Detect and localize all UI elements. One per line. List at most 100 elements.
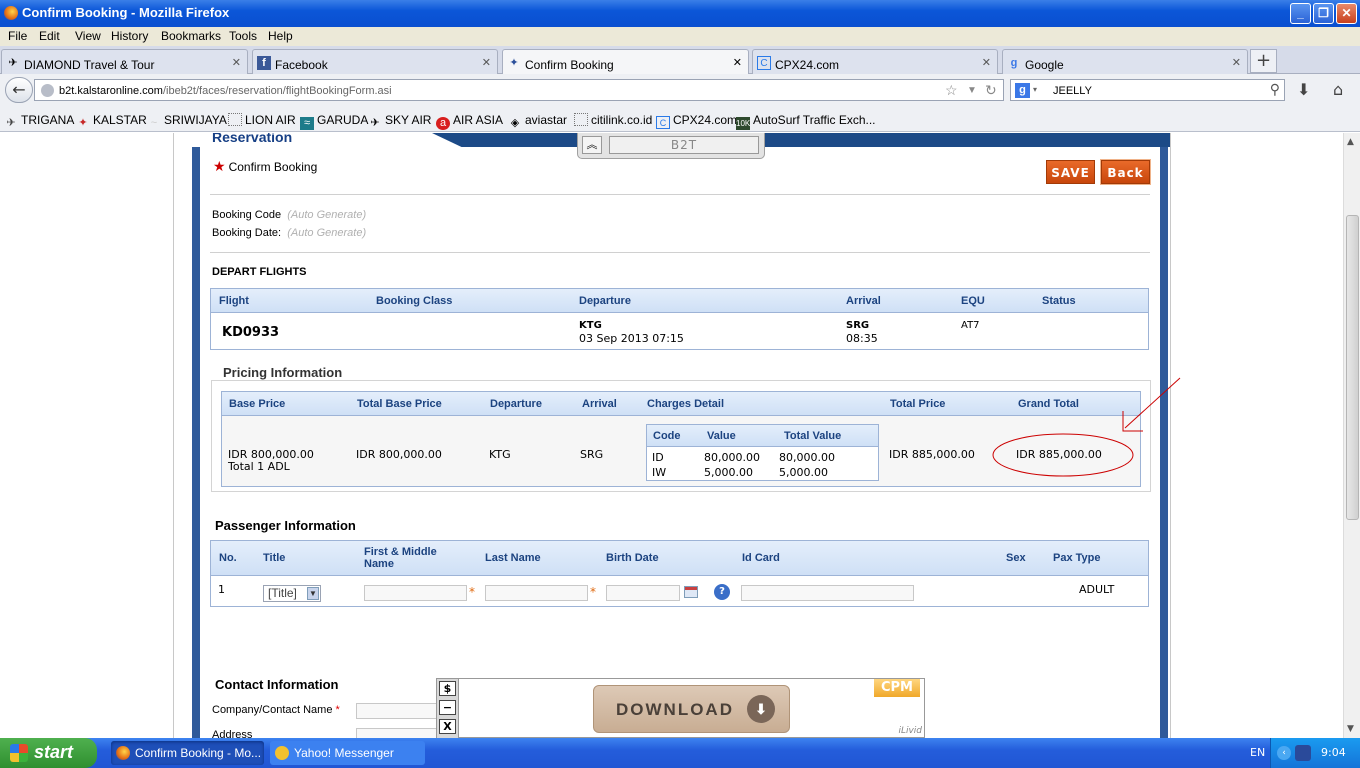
booking-date-label: Booking Date: <box>212 227 282 239</box>
charge-total: 5,000.00 <box>779 466 828 479</box>
col-arrival: Arrival <box>846 295 881 307</box>
tab-diamond[interactable]: ✈ DIAMOND Travel & Tour ✕ <box>1 49 248 74</box>
search-engine-dropdown-icon[interactable]: ▾ <box>1033 85 1037 94</box>
tray-expand-icon[interactable]: ‹ <box>1277 746 1291 760</box>
collapse-chevron-icon[interactable]: ︽ <box>582 136 602 154</box>
back-button[interactable]: ← <box>5 77 33 103</box>
tab-google[interactable]: g Google ✕ <box>1002 49 1248 74</box>
search-input-value: JEELLY <box>1053 85 1092 97</box>
passenger-table: No. Title First & Middle Name Last Name … <box>210 540 1149 607</box>
first-name-field[interactable] <box>364 585 467 601</box>
menu-bookmarks[interactable]: Bookmarks <box>161 29 221 43</box>
annotation-overlay <box>992 377 1181 477</box>
bookmark-sriwijaya[interactable]: ~ SRIWIJAYA <box>147 113 227 130</box>
menu-history[interactable]: History <box>111 29 148 43</box>
scroll-up-icon[interactable]: ▲ <box>1347 137 1354 147</box>
booking-date-value: (Auto Generate) <box>287 227 367 239</box>
close-ad-button[interactable]: X <box>439 719 456 734</box>
menu-help[interactable]: Help <box>268 29 293 43</box>
bookmark-sky-air[interactable]: ✈ SKY AIR <box>368 113 431 130</box>
tab-facebook[interactable]: f Facebook ✕ <box>252 49 498 74</box>
booking-date-row: Booking Date: (Auto Generate) <box>212 227 366 239</box>
chevron-down-icon[interactable]: ▼ <box>307 587 319 600</box>
address-field[interactable] <box>356 728 441 738</box>
menu-view[interactable]: View <box>75 29 101 43</box>
page-content: Reservation ︽ B2T ★ Confirm Booking SAVE … <box>0 133 1343 738</box>
bookmark-lion-air[interactable]: LION AIR <box>228 113 296 127</box>
reload-icon[interactable]: ↻ <box>985 82 997 99</box>
network-icon[interactable] <box>1295 745 1311 761</box>
b2t-panel-toggle[interactable]: ︽ B2T <box>577 133 765 159</box>
google-search-icon[interactable]: g <box>1015 83 1030 98</box>
bookmark-kalstar[interactable]: ✦ KALSTAR <box>76 113 146 130</box>
close-icon[interactable]: ✕ <box>982 56 991 69</box>
start-button[interactable]: start <box>0 738 97 768</box>
bookmark-citilink[interactable]: citilink.co.id <box>574 113 652 127</box>
window-title: Confirm Booking - Mozilla Firefox <box>22 5 230 20</box>
charges-table-header: Code Value Total Value <box>647 425 878 447</box>
last-name-field[interactable] <box>485 585 588 601</box>
company-contact-field[interactable] <box>356 703 441 719</box>
new-tab-button[interactable]: + <box>1250 49 1277 73</box>
close-icon[interactable]: ✕ <box>1232 56 1241 69</box>
taskbar-item-yahoo[interactable]: Yahoo! Messenger <box>270 741 425 765</box>
booking-code-label: Booking Code <box>212 209 282 221</box>
col-no: No. <box>219 552 237 564</box>
total-base-price: IDR 800,000.00 <box>356 448 442 461</box>
menu-file[interactable]: File <box>8 29 27 43</box>
taskbar-item-firefox[interactable]: Confirm Booking - Mo... <box>111 741 264 765</box>
back-button-page[interactable]: Back <box>1100 159 1151 185</box>
bookmark-air-asia[interactable]: a AIR ASIA <box>436 113 503 130</box>
menu-edit[interactable]: Edit <box>39 29 60 43</box>
help-info-icon[interactable]: ? <box>714 584 730 600</box>
dropdown-arrow-icon[interactable]: ▼ <box>967 85 977 96</box>
flight-table-header: Flight Booking Class Departure Arrival E… <box>211 289 1148 313</box>
calendar-icon[interactable] <box>684 586 698 598</box>
bookmark-trigana[interactable]: ✈ TRIGANA <box>4 113 74 130</box>
download-arrow-icon[interactable]: ⬇ <box>1297 80 1310 99</box>
bookmark-cpx24[interactable]: C CPX24.com <box>656 113 737 129</box>
required-asterisk-icon: * <box>590 585 596 599</box>
minimize-ad-button[interactable]: − <box>439 700 456 715</box>
language-indicator[interactable]: EN <box>1250 746 1265 759</box>
bookmark-label: AIR ASIA <box>453 113 504 127</box>
scrollbar-thumb[interactable] <box>1346 215 1359 520</box>
close-icon[interactable]: ✕ <box>482 56 491 69</box>
menu-tools[interactable]: Tools <box>229 29 257 43</box>
bookmark-autosurf[interactable]: 10K AutoSurf Traffic Exch... <box>736 113 876 130</box>
total-price: IDR 885,000.00 <box>889 448 975 461</box>
col-base-price: Base Price <box>229 398 286 410</box>
url-bar[interactable]: b2t.kalstaronline.com/ibeb2t/faces/reser… <box>34 79 1004 101</box>
scroll-down-icon[interactable]: ▼ <box>1347 724 1354 734</box>
close-button[interactable]: ✕ <box>1336 3 1357 24</box>
cpx-icon: C <box>757 56 771 70</box>
minimize-button[interactable]: _ <box>1290 3 1311 24</box>
close-icon[interactable]: ✕ <box>733 56 742 69</box>
vertical-scrollbar[interactable]: ▲ ▼ <box>1343 133 1360 738</box>
address-label: Address <box>212 729 253 738</box>
confirm-booking-label: Confirm Booking <box>228 160 318 174</box>
restore-button[interactable]: ❐ <box>1313 3 1334 24</box>
download-button[interactable]: DOWNLOAD ⬇ <box>593 685 790 733</box>
col-flight: Flight <box>219 295 249 307</box>
col-arrival: Arrival <box>582 398 617 410</box>
birth-date-field[interactable] <box>606 585 680 601</box>
search-bar[interactable]: g ▾ JEELLY ⚲ <box>1010 79 1285 101</box>
title-select[interactable]: [Title] ▼ <box>263 585 321 602</box>
close-icon[interactable]: ✕ <box>232 56 241 69</box>
charge-total: 80,000.00 <box>779 451 835 464</box>
home-icon[interactable]: ⌂ <box>1333 80 1343 99</box>
navigation-bar: ← b2t.kalstaronline.com/ibeb2t/faces/res… <box>0 74 1360 106</box>
search-magnifier-icon[interactable]: ⚲ <box>1270 81 1280 98</box>
tab-label: DIAMOND Travel & Tour <box>24 58 155 72</box>
id-card-field[interactable] <box>741 585 914 601</box>
tab-label: Google <box>1025 58 1064 72</box>
tab-cpx24[interactable]: C CPX24.com ✕ <box>752 49 998 74</box>
save-button[interactable]: SAVE <box>1046 160 1095 184</box>
bookmark-aviastar[interactable]: ◈ aviastar <box>508 113 567 130</box>
dollar-icon[interactable]: $ <box>439 681 456 696</box>
tab-confirm-booking[interactable]: ✦ Confirm Booking ✕ <box>502 49 749 75</box>
system-tray: ‹ 9:04 <box>1270 738 1360 768</box>
bookmark-garuda[interactable]: ≈ GARUDA <box>300 113 368 130</box>
star-bookmark-icon[interactable]: ☆ <box>945 82 958 99</box>
